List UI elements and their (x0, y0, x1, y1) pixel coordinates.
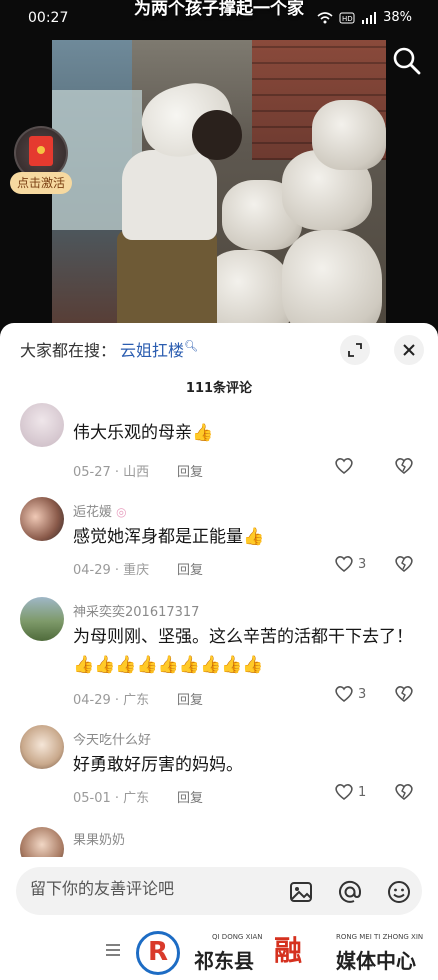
mention-icon[interactable] (337, 879, 363, 905)
trending-search: 大家都在搜： 云姐扛楼🔍︎ (20, 337, 198, 361)
status-time: 00:27 (28, 10, 69, 26)
worker-head (192, 110, 242, 160)
like-button[interactable]: 3 (334, 685, 366, 703)
comment-meta: 04-29 · 重庆 (73, 563, 150, 578)
comment-text: 为母则刚、坚强。这么辛苦的活都干下去了！👍👍👍👍👍👍👍👍👍 (73, 627, 413, 675)
heart-icon (335, 556, 353, 573)
comment-text: 感觉她浑身都是正能量👍 (73, 527, 265, 547)
brand-pinyin-right: RONG MEI TI ZHONG XIN (336, 933, 424, 941)
close-button[interactable] (394, 335, 424, 365)
reply-button[interactable]: 回复 (177, 787, 203, 806)
trending-search-prefix: 大家都在搜： (20, 341, 117, 360)
broken-heart-icon[interactable] (394, 685, 414, 703)
comment-list[interactable]: 伟大乐观的母亲👍 05-27 · 山西 回复 逅花媛 ◎ 感觉她浑身都是正能量👍… (0, 403, 438, 857)
like-button[interactable] (334, 457, 354, 475)
worker-body (122, 150, 217, 240)
broken-heart-icon[interactable] (394, 457, 414, 475)
heart-icon (335, 784, 353, 801)
commenter-name: 神采奕奕201617317 (73, 605, 200, 620)
like-button[interactable]: 3 (334, 555, 366, 573)
broken-heart-icon[interactable] (394, 783, 414, 801)
comment-text: 好勇敢好厉害的妈妈。 (73, 755, 243, 775)
video-frame (52, 40, 386, 340)
wifi-icon (317, 11, 333, 23)
heart-icon (335, 686, 353, 703)
red-packet-label: 点击激活 (10, 172, 72, 194)
heart-icon (335, 458, 353, 475)
brand-seal: 融 (274, 934, 303, 967)
brand-name-right: 媒体中心 (336, 949, 416, 973)
brand-logo-icon: R (136, 931, 180, 975)
commenter-name: 逅花媛 ◎ (73, 505, 127, 520)
like-count: 3 (358, 556, 367, 572)
badge-icon: ◎ (116, 505, 127, 519)
trending-search-term: 云姐扛楼 (120, 341, 185, 360)
avatar[interactable] (20, 827, 64, 857)
footer-watermark: R QI DONG XIAN 祁东县 融 RONG MEI TI ZHONG X… (0, 923, 438, 980)
trending-search-link[interactable]: 云姐扛楼🔍︎ (120, 337, 198, 361)
brand-pinyin-left: QI DONG XIAN (212, 933, 263, 941)
commenter-name: 果果奶奶 (73, 833, 126, 848)
commenter-name: 今天吃什么好 (73, 733, 152, 748)
comment-input[interactable] (30, 879, 270, 898)
battery-level: 38% (383, 10, 412, 25)
red-packet-button[interactable]: 点击激活 (10, 126, 72, 194)
avatar[interactable] (20, 597, 64, 641)
reply-button[interactable]: 回复 (177, 689, 203, 708)
broken-heart-icon[interactable] (394, 555, 414, 573)
search-small-icon: 🔍︎ (184, 339, 198, 353)
avatar[interactable] (20, 403, 64, 447)
red-envelope-icon (29, 136, 53, 166)
expand-icon (348, 343, 362, 357)
svg-text:HD: HD (342, 15, 353, 23)
avatar[interactable] (20, 497, 64, 541)
reply-button[interactable]: 回复 (177, 559, 203, 578)
signal-icon (362, 11, 377, 24)
like-button[interactable]: 1 (334, 783, 366, 801)
comment-text: 伟大乐观的母亲👍 (73, 423, 214, 443)
comment-sheet: 大家都在搜： 云姐扛楼🔍︎ 111条评论 伟大乐观的母亲👍 05-27 · 山西… (0, 323, 438, 980)
like-count: 3 (358, 686, 367, 702)
brand-name-left: 祁东县 (194, 949, 254, 973)
reply-button[interactable]: 回复 (177, 461, 203, 480)
comment-meta: 05-01 · 广东 (73, 791, 150, 806)
comment-input-bar (16, 867, 422, 915)
image-icon[interactable] (288, 879, 314, 905)
status-icons: HD 38% (317, 10, 412, 25)
menu-icon[interactable] (106, 943, 120, 957)
hd-icon: HD (339, 12, 355, 23)
comment-meta: 04-29 · 广东 (73, 693, 150, 708)
comment-count: 111条评论 (185, 381, 253, 396)
avatar[interactable] (20, 725, 64, 769)
search-icon[interactable] (390, 44, 424, 78)
close-icon (403, 344, 415, 356)
emoji-icon[interactable] (386, 879, 412, 905)
comment-meta: 05-27 · 山西 (73, 465, 150, 480)
expand-button[interactable] (340, 335, 370, 365)
like-count: 1 (358, 784, 367, 800)
